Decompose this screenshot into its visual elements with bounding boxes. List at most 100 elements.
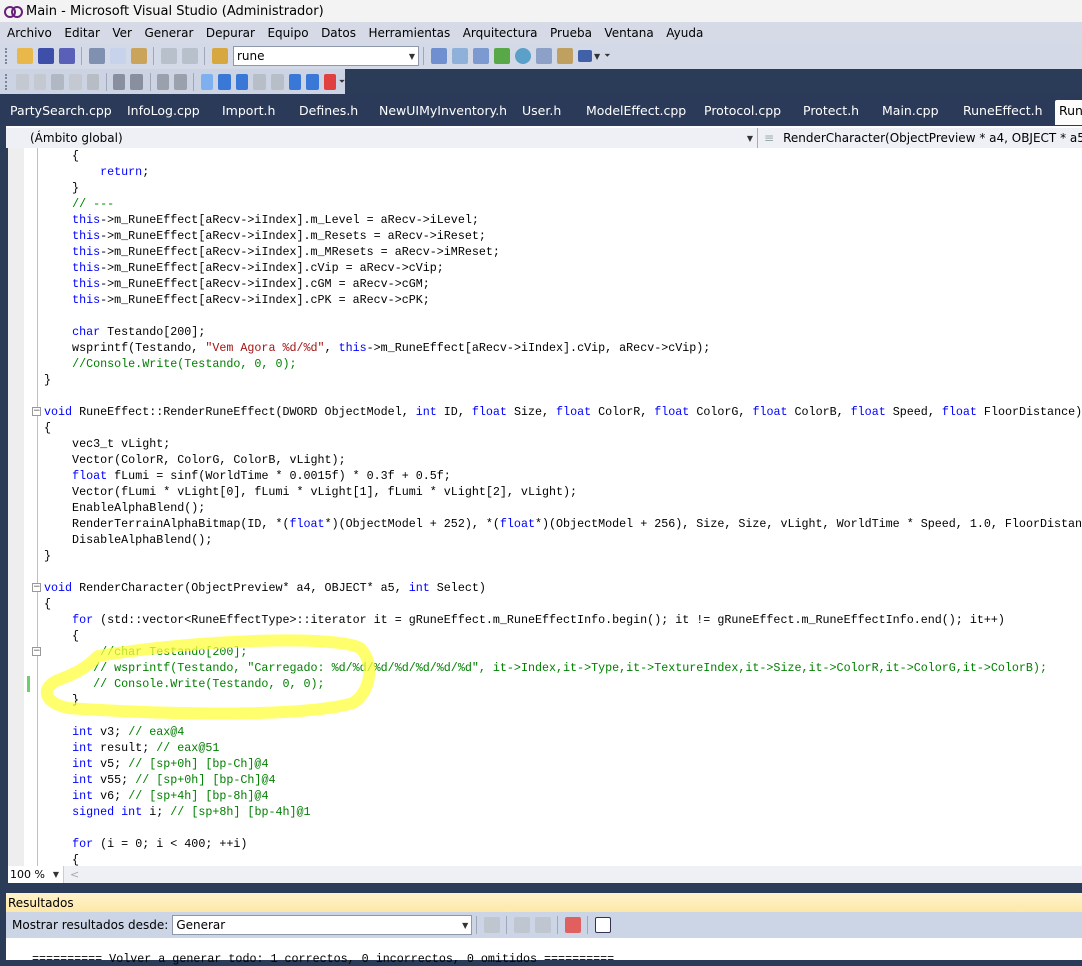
- decrease-indent-icon[interactable]: [112, 74, 126, 90]
- collapse-icon[interactable]: −: [32, 583, 41, 592]
- next-bookmark-document-icon[interactable]: [306, 74, 319, 90]
- code-line[interactable]: [44, 820, 1082, 836]
- menu-equipo[interactable]: Equipo: [267, 26, 308, 40]
- paste-icon[interactable]: [130, 48, 147, 64]
- tab-newuimyinventory-h[interactable]: NewUIMyInventory.h: [379, 103, 507, 118]
- clear-bookmarks-icon[interactable]: [323, 74, 337, 90]
- menu-prueba[interactable]: Prueba: [550, 26, 592, 40]
- code-line[interactable]: this->m_RuneEffect[aRecv->iIndex].m_Leve…: [44, 212, 1082, 228]
- code-line[interactable]: int result; // eax@51: [44, 740, 1082, 756]
- tab-partysearch-cpp[interactable]: PartySearch.cpp: [10, 103, 112, 118]
- menu-ayuda[interactable]: Ayuda: [666, 26, 703, 40]
- find-in-files-icon[interactable]: [211, 48, 228, 64]
- code-line[interactable]: //Console.Write(Testando, 0, 0);: [44, 356, 1082, 372]
- code-line[interactable]: {: [44, 628, 1082, 644]
- code-line[interactable]: int v6; // [sp+4h] [bp-8h]@4: [44, 788, 1082, 804]
- quick-info-icon[interactable]: [51, 74, 64, 90]
- toolbar-overflow-icon[interactable]: ⏷: [339, 77, 345, 87]
- code-line[interactable]: [44, 308, 1082, 324]
- code-line[interactable]: int v5; // [sp+0h] [bp-Ch]@4: [44, 756, 1082, 772]
- code-line[interactable]: }: [44, 548, 1082, 564]
- code-line[interactable]: // wsprintf(Testando, "Carregado: %d/%d/…: [44, 660, 1082, 676]
- menu-datos[interactable]: Datos: [321, 26, 356, 40]
- go-to-location-icon[interactable]: [483, 917, 500, 933]
- open-file-icon[interactable]: [16, 48, 33, 64]
- command-window-icon[interactable]: [577, 50, 592, 62]
- start-page-icon[interactable]: [514, 48, 531, 64]
- zoom-dropdown[interactable]: 100 % ▼: [8, 866, 64, 883]
- results-output[interactable]: ========== Volver a generar todo: 1 corr…: [6, 938, 1082, 966]
- next-bookmark-folder-icon[interactable]: [270, 74, 284, 90]
- uncomment-lines-icon[interactable]: [174, 74, 187, 90]
- tab-protocol-cpp[interactable]: Protocol.cpp: [704, 103, 781, 118]
- code-line[interactable]: this->m_RuneEffect[aRecv->iIndex].m_MRes…: [44, 244, 1082, 260]
- code-line[interactable]: }: [44, 372, 1082, 388]
- toolbar-grip[interactable]: [5, 74, 8, 90]
- undo-icon[interactable]: [160, 48, 177, 64]
- code-line[interactable]: RenderTerrainAlphaBitmap(ID, *(float*)(O…: [44, 516, 1082, 532]
- code-line[interactable]: signed int i; // [sp+8h] [bp-4h]@1: [44, 804, 1082, 820]
- find-combo[interactable]: rune ▼: [233, 46, 419, 66]
- menu-herramientas[interactable]: Herramientas: [368, 26, 450, 40]
- code-line[interactable]: for (std::vector<RuneEffectType>::iterat…: [44, 612, 1082, 628]
- code-line[interactable]: void RuneEffect::RenderRuneEffect(DWORD …: [44, 404, 1082, 420]
- code-line[interactable]: // ---: [44, 196, 1082, 212]
- tab-infolog-cpp[interactable]: InfoLog.cpp: [127, 103, 200, 118]
- parameter-info-icon[interactable]: [33, 74, 47, 90]
- code-line[interactable]: return;: [44, 164, 1082, 180]
- class-view-icon[interactable]: [535, 48, 552, 64]
- comment-lines-icon[interactable]: [156, 74, 170, 90]
- tab-modeleffect-cpp[interactable]: ModelEffect.cpp: [586, 103, 686, 118]
- next-bookmark-icon[interactable]: [235, 74, 249, 90]
- chevron-down-icon[interactable]: ▼: [53, 870, 59, 879]
- tab-user-h[interactable]: User.h: [522, 103, 561, 118]
- code-line[interactable]: DisableAlphaBlend();: [44, 532, 1082, 548]
- code-line[interactable]: [44, 708, 1082, 724]
- code-line[interactable]: int v55; // [sp+0h] [bp-Ch]@4: [44, 772, 1082, 788]
- toolbox-icon[interactable]: [493, 48, 510, 64]
- code-line[interactable]: [44, 564, 1082, 580]
- word-wrap-icon[interactable]: [594, 917, 611, 933]
- chevron-down-icon[interactable]: ▼: [747, 134, 753, 143]
- code-line[interactable]: for (i = 0; i < 400; ++i): [44, 836, 1082, 852]
- collapse-icon[interactable]: −: [32, 407, 41, 416]
- menu-depurar[interactable]: Depurar: [206, 26, 255, 40]
- collapse-icon[interactable]: −: [32, 647, 41, 656]
- code-line[interactable]: }: [44, 692, 1082, 708]
- toolbar-grip[interactable]: [5, 48, 8, 64]
- previous-bookmark-folder-icon[interactable]: [253, 74, 266, 90]
- menu-generar[interactable]: Generar: [144, 26, 193, 40]
- tab-import-h[interactable]: Import.h: [222, 103, 275, 118]
- code-line[interactable]: void RenderCharacter(ObjectPreview* a4, …: [44, 580, 1082, 596]
- code-line[interactable]: float fLumi = sinf(WorldTime * 0.0015f) …: [44, 468, 1082, 484]
- menu-ventana[interactable]: Ventana: [604, 26, 653, 40]
- toolbar-overflow-icon[interactable]: ⏷: [604, 51, 610, 61]
- extension-manager-icon[interactable]: [556, 48, 573, 64]
- tab-runeeffect-h[interactable]: RuneEffect.h: [963, 103, 1043, 118]
- tab-runeeffect-cpp-active[interactable]: Run: [1055, 100, 1082, 125]
- code-line[interactable]: Vector(fLumi * vLight[0], fLumi * vLight…: [44, 484, 1082, 500]
- menu-editar[interactable]: Editar: [64, 26, 100, 40]
- code-line[interactable]: }: [44, 180, 1082, 196]
- code-line[interactable]: {: [44, 420, 1082, 436]
- code-line[interactable]: vec3_t vLight;: [44, 436, 1082, 452]
- previous-bookmark-icon[interactable]: [218, 74, 231, 90]
- toggle-bookmark-icon[interactable]: [200, 74, 214, 90]
- menu-arquitectura[interactable]: Arquitectura: [463, 26, 538, 40]
- complete-word-icon[interactable]: [68, 74, 82, 90]
- previous-message-icon[interactable]: [513, 917, 530, 933]
- menu-ver[interactable]: Ver: [112, 26, 132, 40]
- tab-protect-h[interactable]: Protect.h: [803, 103, 859, 118]
- code-line[interactable]: //char Testando[200];: [44, 644, 1082, 660]
- selection-margin[interactable]: [8, 148, 24, 866]
- increase-indent-icon[interactable]: [130, 74, 143, 90]
- scope-dropdown[interactable]: (Ámbito global) ▼: [6, 128, 758, 148]
- chevron-down-icon[interactable]: ▼: [594, 52, 600, 61]
- display-word-icon[interactable]: [86, 74, 100, 90]
- code-line[interactable]: {: [44, 148, 1082, 164]
- show-from-dropdown[interactable]: Generar ▼: [172, 915, 473, 935]
- code-line[interactable]: wsprintf(Testando, "Vem Agora %d/%d", th…: [44, 340, 1082, 356]
- code-line[interactable]: [44, 388, 1082, 404]
- chevron-down-icon[interactable]: ▼: [462, 921, 468, 930]
- code-line[interactable]: int v3; // eax@4: [44, 724, 1082, 740]
